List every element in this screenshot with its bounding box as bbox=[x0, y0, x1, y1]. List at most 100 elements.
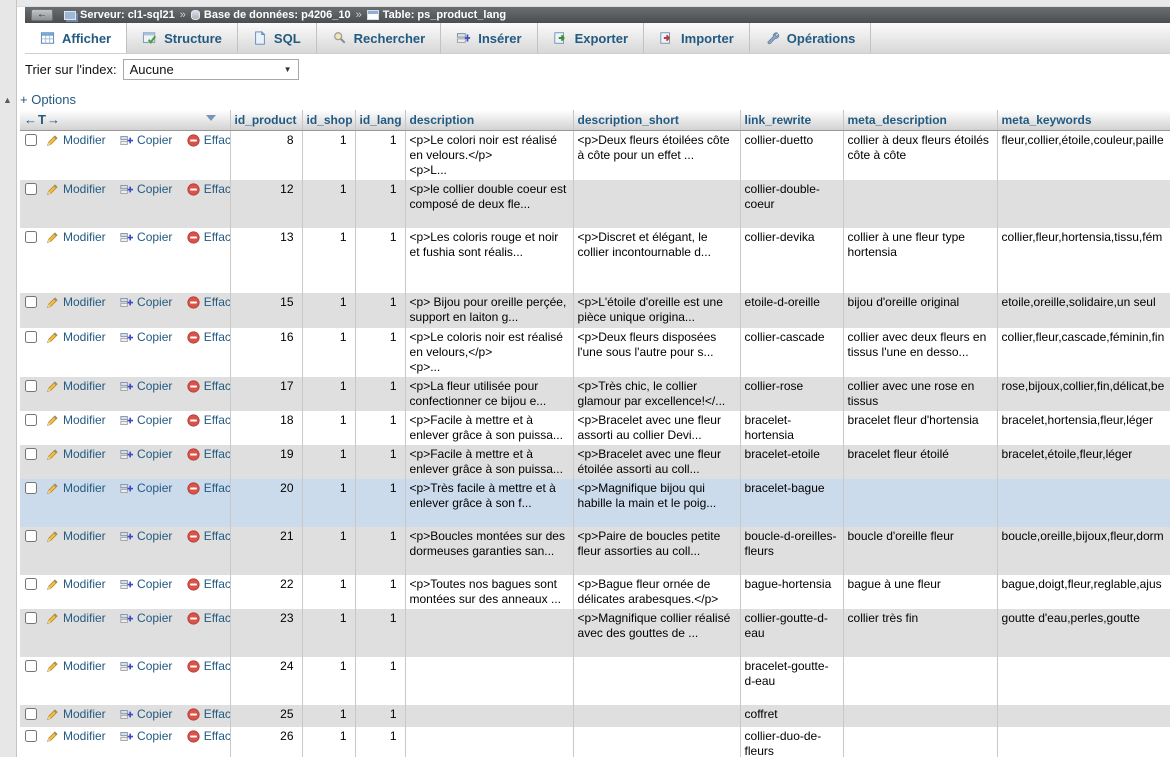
cell-meta-description[interactable] bbox=[843, 179, 998, 228]
delete-link[interactable]: Effacer bbox=[187, 413, 229, 428]
cell-id-lang[interactable]: 1 bbox=[355, 704, 406, 727]
tab-exporter[interactable]: Exporter bbox=[538, 23, 645, 53]
cell-id-lang[interactable]: 1 bbox=[355, 726, 406, 757]
tab-sql[interactable]: SQL bbox=[238, 23, 317, 53]
column-options-arrow-icon[interactable] bbox=[205, 115, 216, 121]
cell-id-product[interactable]: 24 bbox=[230, 656, 303, 705]
delete-link[interactable]: Effacer bbox=[187, 611, 229, 626]
copy-link[interactable]: Copier bbox=[120, 413, 172, 428]
cell-meta-keywords[interactable]: fleur,collier,étoile,couleur,paille bbox=[997, 130, 1170, 180]
cell-id-lang[interactable]: 1 bbox=[355, 410, 406, 445]
cell-meta-description[interactable]: collier avec une rose en tissus bbox=[843, 376, 998, 411]
edit-link[interactable]: Modifier bbox=[46, 182, 106, 197]
copy-link[interactable]: Copier bbox=[120, 611, 172, 626]
cell-meta-description[interactable] bbox=[843, 726, 998, 757]
cell-link-rewrite[interactable]: boucle-d-oreilles-fleurs bbox=[740, 526, 844, 575]
edit-link[interactable]: Modifier bbox=[46, 611, 106, 626]
cell-id-product[interactable]: 22 bbox=[230, 574, 303, 609]
cell-description-short[interactable] bbox=[573, 726, 741, 757]
cell-id-product[interactable]: 17 bbox=[230, 376, 303, 411]
tab-afficher[interactable]: Afficher bbox=[25, 23, 128, 53]
cell-id-shop[interactable]: 1 bbox=[302, 410, 356, 445]
cell-meta-description[interactable]: bague à une fleur bbox=[843, 574, 998, 609]
edit-link[interactable]: Modifier bbox=[46, 447, 106, 462]
cell-meta-keywords[interactable]: collier,fleur,cascade,féminin,fin bbox=[997, 327, 1170, 377]
edit-link[interactable]: Modifier bbox=[46, 413, 106, 428]
cell-description-short[interactable]: <p>Bracelet avec une fleur assorti au co… bbox=[573, 410, 741, 445]
row-checkbox[interactable] bbox=[25, 379, 37, 392]
copy-link[interactable]: Copier bbox=[120, 529, 172, 544]
edit-link[interactable]: Modifier bbox=[46, 577, 106, 592]
column-header-link-rewrite[interactable]: link_rewrite bbox=[740, 110, 844, 131]
tab-importer[interactable]: Importer bbox=[644, 23, 750, 53]
cell-description[interactable] bbox=[405, 726, 574, 757]
copy-link[interactable]: Copier bbox=[120, 729, 172, 744]
cell-meta-keywords[interactable] bbox=[997, 179, 1170, 228]
column-header-id-shop[interactable]: id_shop bbox=[302, 110, 356, 131]
cell-description-short[interactable]: <p>Deux fleurs disposées l'une sous l'au… bbox=[573, 327, 741, 377]
cell-id-shop[interactable]: 1 bbox=[302, 656, 356, 705]
copy-link[interactable]: Copier bbox=[120, 707, 172, 722]
tab-inserer[interactable]: Insérer bbox=[441, 23, 538, 53]
cell-id-lang[interactable]: 1 bbox=[355, 179, 406, 228]
cell-description[interactable]: <p>le collier double coeur est composé d… bbox=[405, 179, 574, 228]
cell-link-rewrite[interactable]: bracelet-bague bbox=[740, 478, 844, 527]
cell-link-rewrite[interactable]: etoile-d-oreille bbox=[740, 292, 844, 328]
cell-meta-description[interactable] bbox=[843, 704, 998, 727]
cell-meta-keywords[interactable]: etoile,oreille,solidaire,un seul bbox=[997, 292, 1170, 328]
edit-link[interactable]: Modifier bbox=[46, 133, 106, 148]
cell-id-product[interactable]: 19 bbox=[230, 444, 303, 479]
column-header-meta-description[interactable]: meta_description bbox=[843, 110, 998, 131]
row-checkbox[interactable] bbox=[25, 729, 37, 742]
copy-link[interactable]: Copier bbox=[120, 577, 172, 592]
copy-link[interactable]: Copier bbox=[120, 659, 172, 674]
row-checkbox[interactable] bbox=[25, 330, 37, 343]
cell-description[interactable]: <p>Les coloris rouge et noir et fushia s… bbox=[405, 227, 574, 293]
cell-id-lang[interactable]: 1 bbox=[355, 444, 406, 479]
tab-structure[interactable]: Structure bbox=[127, 23, 238, 53]
row-checkbox[interactable] bbox=[25, 182, 37, 195]
cell-description[interactable]: <p>Très facile à mettre et à enlever grâ… bbox=[405, 478, 574, 527]
cell-id-product[interactable]: 26 bbox=[230, 726, 303, 757]
edit-link[interactable]: Modifier bbox=[46, 295, 106, 310]
check-all-arrows-label[interactable]: ←T→ bbox=[24, 112, 61, 127]
cell-meta-description[interactable]: collier à deux fleurs étoilés côte à côt… bbox=[843, 130, 998, 180]
cell-link-rewrite[interactable]: collier-devika bbox=[740, 227, 844, 293]
cell-link-rewrite[interactable]: collier-duo-de-fleurs bbox=[740, 726, 844, 757]
cell-id-shop[interactable]: 1 bbox=[302, 444, 356, 479]
cell-id-shop[interactable]: 1 bbox=[302, 130, 356, 180]
delete-link[interactable]: Effacer bbox=[187, 447, 229, 462]
cell-id-shop[interactable]: 1 bbox=[302, 704, 356, 727]
cell-description[interactable] bbox=[405, 608, 574, 657]
cell-meta-keywords[interactable]: collier,fleur,hortensia,tissu,fém bbox=[997, 227, 1170, 293]
cell-description[interactable]: <p>Facile à mettre et à enlever grâce à … bbox=[405, 410, 574, 445]
cell-id-lang[interactable]: 1 bbox=[355, 608, 406, 657]
cell-description[interactable]: <p>Boucles montées sur des dormeuses gar… bbox=[405, 526, 574, 575]
delete-link[interactable]: Effacer bbox=[187, 729, 229, 744]
cell-description[interactable]: <p>Toutes nos bagues sont montées sur de… bbox=[405, 574, 574, 609]
row-checkbox[interactable] bbox=[25, 133, 37, 146]
cell-description-short[interactable] bbox=[573, 179, 741, 228]
cell-meta-description[interactable]: collier à une fleur type hortensia bbox=[843, 227, 998, 293]
edit-link[interactable]: Modifier bbox=[46, 379, 106, 394]
column-header-description-short[interactable]: description_short bbox=[573, 110, 741, 131]
cell-id-product[interactable]: 13 bbox=[230, 227, 303, 293]
edit-link[interactable]: Modifier bbox=[46, 529, 106, 544]
cell-id-product[interactable]: 16 bbox=[230, 327, 303, 377]
cell-meta-keywords[interactable]: goutte d'eau,perles,goutte bbox=[997, 608, 1170, 657]
row-checkbox[interactable] bbox=[25, 481, 37, 494]
delete-link[interactable]: Effacer bbox=[187, 707, 229, 722]
cell-description-short[interactable] bbox=[573, 704, 741, 727]
cell-id-shop[interactable]: 1 bbox=[302, 227, 356, 293]
cell-link-rewrite[interactable]: collier-goutte-d-eau bbox=[740, 608, 844, 657]
column-header-id-product[interactable]: id_product bbox=[230, 110, 303, 131]
cell-meta-keywords[interactable] bbox=[997, 478, 1170, 527]
cell-description[interactable]: <p>Le colori noir est réalisé en velours… bbox=[405, 130, 574, 180]
cell-meta-description[interactable]: bijou d'oreille original bbox=[843, 292, 998, 328]
row-checkbox[interactable] bbox=[25, 529, 37, 542]
cell-id-shop[interactable]: 1 bbox=[302, 292, 356, 328]
delete-link[interactable]: Effacer bbox=[187, 295, 229, 310]
cell-description-short[interactable]: <p>Paire de boucles petite fleur assorti… bbox=[573, 526, 741, 575]
cell-id-product[interactable]: 15 bbox=[230, 292, 303, 328]
cell-meta-description[interactable] bbox=[843, 478, 998, 527]
